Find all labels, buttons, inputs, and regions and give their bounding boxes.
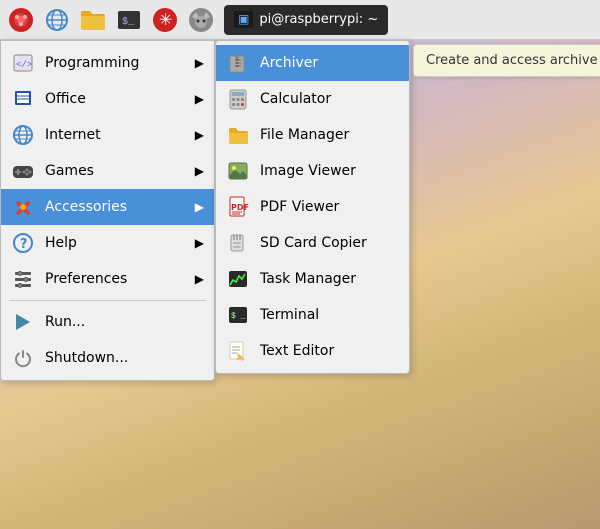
svg-text:✳: ✳ xyxy=(159,10,172,29)
svg-text:</>: </> xyxy=(16,60,32,70)
help-arrow: ▶ xyxy=(195,236,204,250)
archiver-icon xyxy=(226,51,250,75)
office-label: Office xyxy=(45,91,204,107)
image-viewer-label: Image Viewer xyxy=(260,163,399,179)
raspberry-icon[interactable] xyxy=(4,3,38,37)
asterisk-icon[interactable]: ✳ xyxy=(148,3,182,37)
sub-item-file-manager[interactable]: File Manager xyxy=(216,117,409,153)
sd-card-copier-label: SD Card Copier xyxy=(260,235,399,251)
taskbar: $_ ✳ ▣ pi@raspberrypi: ~ xyxy=(0,0,600,40)
sub-item-image-viewer[interactable]: Image Viewer xyxy=(216,153,409,189)
sub-item-pdf-viewer[interactable]: PDF PDF Viewer xyxy=(216,189,409,225)
sub-item-task-manager[interactable]: Task Manager xyxy=(216,261,409,297)
task-manager-label: Task Manager xyxy=(260,271,399,287)
sub-item-sd-card-copier[interactable]: SD Card Copier xyxy=(216,225,409,261)
sub-item-text-editor[interactable]: Text Editor xyxy=(216,333,409,369)
sub-item-archiver[interactable]: Archiver xyxy=(216,45,409,81)
wolf-icon[interactable] xyxy=(184,3,218,37)
preferences-label: Preferences xyxy=(45,271,204,287)
programming-icon: </> xyxy=(11,51,35,75)
menu-item-preferences[interactable]: Preferences ▶ xyxy=(1,261,214,297)
accessories-label: Accessories xyxy=(45,199,204,215)
internet-icon xyxy=(11,123,35,147)
games-arrow: ▶ xyxy=(195,164,204,178)
menu-item-run[interactable]: Run... xyxy=(1,304,214,340)
svg-text:$ _: $ _ xyxy=(231,312,246,321)
shutdown-label: Shutdown... xyxy=(45,350,204,366)
accessories-submenu: Archiver Calculator File Manager xyxy=(215,40,410,374)
pdf-viewer-icon: PDF xyxy=(226,195,250,219)
text-editor-label: Text Editor xyxy=(260,343,399,359)
menu-item-shutdown[interactable]: Shutdown... xyxy=(1,340,214,376)
office-icon xyxy=(11,87,35,111)
sub-item-calculator[interactable]: Calculator xyxy=(216,81,409,117)
accessories-arrow: ▶ xyxy=(195,200,204,214)
tooltip-text: Create and access archive files xyxy=(426,53,600,68)
help-label: Help xyxy=(45,235,204,251)
terminal-icon: $ _ xyxy=(226,303,250,327)
menu-item-programming[interactable]: </> Programming ▶ xyxy=(1,45,214,81)
calculator-icon xyxy=(226,87,250,111)
programming-label: Programming xyxy=(45,55,204,71)
terminal-prompt-icon: ▣ xyxy=(234,11,253,28)
archiver-label: Archiver xyxy=(260,55,399,71)
menu-item-games[interactable]: Games ▶ xyxy=(1,153,214,189)
run-icon xyxy=(11,310,35,334)
task-manager-icon xyxy=(226,267,250,291)
svg-text:?: ? xyxy=(20,237,28,252)
sd-card-copier-icon xyxy=(226,231,250,255)
menu-item-accessories[interactable]: Accessories ▶ xyxy=(1,189,214,225)
terminal-label: Terminal xyxy=(260,307,399,323)
preferences-arrow: ▶ xyxy=(195,272,204,286)
sub-item-terminal[interactable]: $ _ Terminal xyxy=(216,297,409,333)
file-manager-label: File Manager xyxy=(260,127,399,143)
preferences-icon xyxy=(11,267,35,291)
menu-item-office[interactable]: Office ▶ xyxy=(1,81,214,117)
archiver-tooltip: Create and access archive files xyxy=(413,44,600,77)
menu-item-help[interactable]: ? Help ▶ xyxy=(1,225,214,261)
programming-arrow: ▶ xyxy=(195,56,204,70)
internet-label: Internet xyxy=(45,127,204,143)
pdf-viewer-label: PDF Viewer xyxy=(260,199,399,215)
globe-icon[interactable] xyxy=(40,3,74,37)
help-icon: ? xyxy=(11,231,35,255)
internet-arrow: ▶ xyxy=(195,128,204,142)
terminal-window-label: pi@raspberrypi: ~ xyxy=(259,12,378,27)
accessories-icon xyxy=(11,195,35,219)
games-label: Games xyxy=(45,163,204,179)
games-icon xyxy=(11,159,35,183)
file-manager-icon xyxy=(226,123,250,147)
shutdown-icon xyxy=(11,346,35,370)
menu-item-internet[interactable]: Internet ▶ xyxy=(1,117,214,153)
office-arrow: ▶ xyxy=(195,92,204,106)
text-editor-icon xyxy=(226,339,250,363)
terminal-taskbar-icon[interactable]: $_ xyxy=(112,3,146,37)
svg-text:PDF: PDF xyxy=(231,203,249,212)
svg-text:$_: $_ xyxy=(122,16,135,28)
image-viewer-icon xyxy=(226,159,250,183)
run-label: Run... xyxy=(45,314,204,330)
calculator-label: Calculator xyxy=(260,91,399,107)
menu-separator xyxy=(9,300,206,301)
main-menu: </> Programming ▶ Office ▶ xyxy=(0,40,215,381)
terminal-window-button[interactable]: ▣ pi@raspberrypi: ~ xyxy=(224,5,388,35)
folder-icon[interactable] xyxy=(76,3,110,37)
